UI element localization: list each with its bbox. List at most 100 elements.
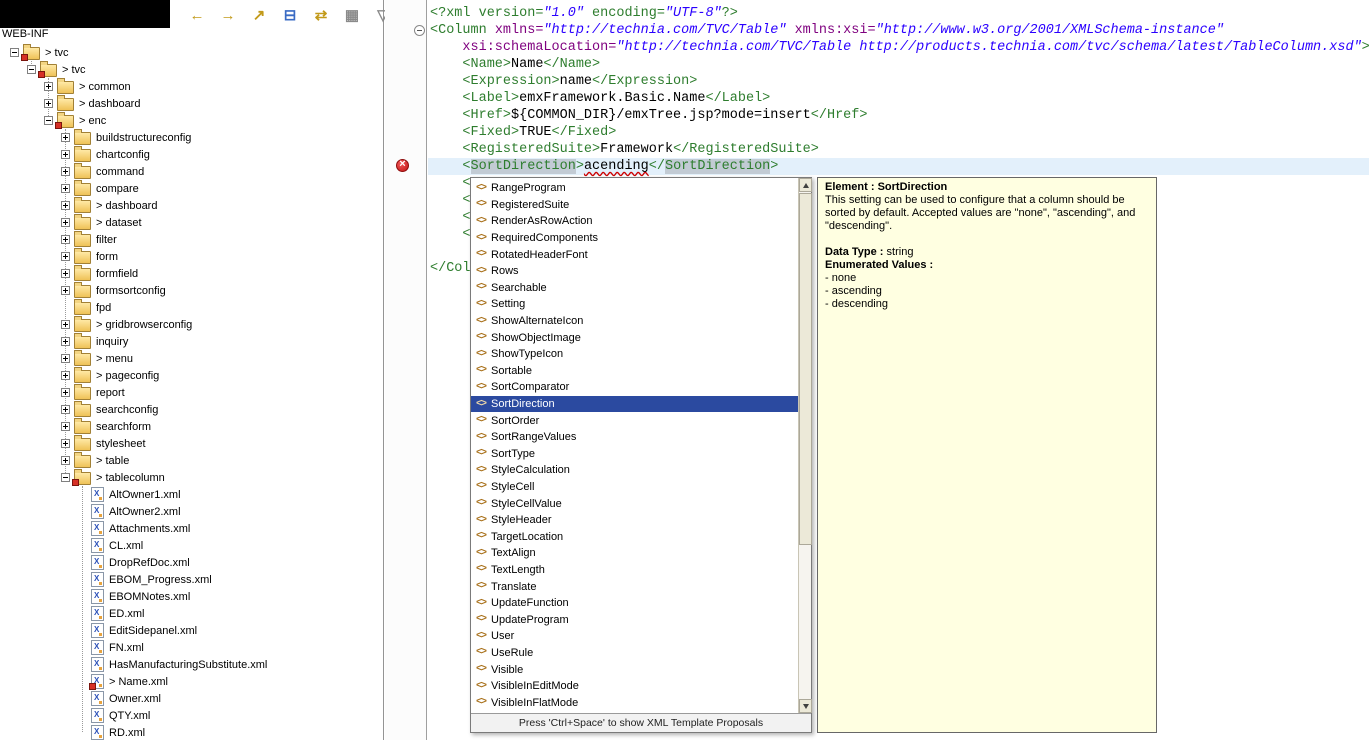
expand-toggle[interactable] bbox=[61, 286, 70, 295]
focus-icon[interactable]: ▦ bbox=[341, 5, 363, 25]
forward-icon[interactable]: → bbox=[217, 5, 239, 25]
tree-item-editsidepanel.xml[interactable]: EditSidepanel.xml bbox=[0, 622, 382, 639]
tree-item-chartconfig[interactable]: chartconfig bbox=[0, 146, 382, 163]
expand-toggle[interactable] bbox=[61, 150, 70, 159]
expand-toggle[interactable] bbox=[61, 167, 70, 176]
code-line[interactable]: xsi:schemaLocation="http://technia.com/T… bbox=[428, 39, 1369, 56]
tree-item-report[interactable]: report bbox=[0, 384, 382, 401]
proposal-item-stylecellvalue[interactable]: <>StyleCellValue bbox=[471, 495, 798, 512]
tree-item-common[interactable]: > common bbox=[0, 78, 382, 95]
code-line[interactable]: <Name>Name</Name> bbox=[428, 56, 1369, 73]
tree-item-cl.xml[interactable]: CL.xml bbox=[0, 537, 382, 554]
tree-item-filter[interactable]: filter bbox=[0, 231, 382, 248]
tree-item-dashboard[interactable]: > dashboard bbox=[0, 197, 382, 214]
proposal-item-requiredcomponents[interactable]: <>RequiredComponents bbox=[471, 230, 798, 247]
proposal-item-stylecalculation[interactable]: <>StyleCalculation bbox=[471, 462, 798, 479]
proposal-item-rotatedheaderfont[interactable]: <>RotatedHeaderFont bbox=[471, 246, 798, 263]
proposal-item-userule[interactable]: <>UseRule bbox=[471, 645, 798, 662]
code-line[interactable]: <?xml version="1.0" encoding="UTF-8"?> bbox=[428, 5, 1369, 22]
proposal-scrollbar[interactable] bbox=[798, 178, 811, 713]
expand-toggle[interactable] bbox=[44, 99, 53, 108]
expand-toggle[interactable] bbox=[61, 388, 70, 397]
back-icon[interactable]: ← bbox=[186, 5, 208, 25]
tree-item-tvc[interactable]: > tvc bbox=[0, 44, 382, 61]
tree-item-qty.xml[interactable]: QTY.xml bbox=[0, 707, 382, 724]
expand-toggle[interactable] bbox=[61, 269, 70, 278]
proposal-item-sortcomparator[interactable]: <>SortComparator bbox=[471, 379, 798, 396]
proposal-item-setting[interactable]: <>Setting bbox=[471, 296, 798, 313]
tree-item-enc[interactable]: > enc bbox=[0, 112, 382, 129]
collapse-toggle[interactable] bbox=[10, 48, 19, 57]
proposal-item-sortable[interactable]: <>Sortable bbox=[471, 363, 798, 380]
tree-item-rd.xml[interactable]: RD.xml bbox=[0, 724, 382, 740]
error-marker-icon[interactable] bbox=[396, 159, 409, 172]
link-with-editor-icon[interactable]: ⇄ bbox=[310, 5, 332, 25]
code-line[interactable]: <RegisteredSuite>Framework</RegisteredSu… bbox=[428, 141, 1369, 158]
tree-item-altowner2.xml[interactable]: AltOwner2.xml bbox=[0, 503, 382, 520]
tree-item-ebomnotes.xml[interactable]: EBOMNotes.xml bbox=[0, 588, 382, 605]
proposal-item-translate[interactable]: <>Translate bbox=[471, 578, 798, 595]
proposal-item-updateprogram[interactable]: <>UpdateProgram bbox=[471, 611, 798, 628]
collapse-toggle[interactable] bbox=[44, 116, 53, 125]
tree-item-droprefdoc.xml[interactable]: DropRefDoc.xml bbox=[0, 554, 382, 571]
expand-toggle[interactable] bbox=[61, 320, 70, 329]
tree-item-ebom_progress.xml[interactable]: EBOM_Progress.xml bbox=[0, 571, 382, 588]
code-line[interactable]: <Label>emxFramework.Basic.Name</Label> bbox=[428, 90, 1369, 107]
tree-item-ed.xml[interactable]: ED.xml bbox=[0, 605, 382, 622]
proposal-item-styleheader[interactable]: <>StyleHeader bbox=[471, 512, 798, 529]
expand-toggle[interactable] bbox=[61, 456, 70, 465]
code-line[interactable]: <Expression>name</Expression> bbox=[428, 73, 1369, 90]
proposal-item-textalign[interactable]: <>TextAlign bbox=[471, 545, 798, 562]
expand-toggle[interactable] bbox=[61, 201, 70, 210]
proposal-item-visibleinflatmode[interactable]: <>VisibleInFlatMode bbox=[471, 694, 798, 711]
tree-item-hasmanufacturingsubstitute.xml[interactable]: HasManufacturingSubstitute.xml bbox=[0, 656, 382, 673]
code-line[interactable]: <Fixed>TRUE</Fixed> bbox=[428, 124, 1369, 141]
tree-item-buildstructureconfig[interactable]: buildstructureconfig bbox=[0, 129, 382, 146]
expand-toggle[interactable] bbox=[44, 82, 53, 91]
code-line[interactable]: <Href>${COMMON_DIR}/emxTree.jsp?mode=ins… bbox=[428, 107, 1369, 124]
tree-item-searchform[interactable]: searchform bbox=[0, 418, 382, 435]
tree-item-altowner1.xml[interactable]: AltOwner1.xml bbox=[0, 486, 382, 503]
proposal-item-showobjectimage[interactable]: <>ShowObjectImage bbox=[471, 329, 798, 346]
proposal-item-sortrangevalues[interactable]: <>SortRangeValues bbox=[471, 429, 798, 446]
tree-item-menu[interactable]: > menu bbox=[0, 350, 382, 367]
expand-toggle[interactable] bbox=[61, 337, 70, 346]
scrollbar-thumb[interactable] bbox=[799, 193, 812, 545]
proposal-item-sortdirection[interactable]: <>SortDirection bbox=[471, 396, 798, 413]
proposal-item-rangeprogram[interactable]: <>RangeProgram bbox=[471, 180, 798, 197]
expand-toggle[interactable] bbox=[61, 354, 70, 363]
tree-item-inquiry[interactable]: inquiry bbox=[0, 333, 382, 350]
code-line[interactable]: <Column xmlns="http://technia.com/TVC/Ta… bbox=[428, 22, 1369, 39]
tree-item-formfield[interactable]: formfield bbox=[0, 265, 382, 282]
tree-item-fn.xml[interactable]: FN.xml bbox=[0, 639, 382, 656]
proposal-item-registeredsuite[interactable]: <>RegisteredSuite bbox=[471, 197, 798, 214]
scroll-up-arrow-icon[interactable] bbox=[799, 178, 812, 192]
tree-item-searchconfig[interactable]: searchconfig bbox=[0, 401, 382, 418]
expand-toggle[interactable] bbox=[61, 133, 70, 142]
proposal-item-searchable[interactable]: <>Searchable bbox=[471, 280, 798, 297]
expand-toggle[interactable] bbox=[61, 218, 70, 227]
collapse-toggle[interactable] bbox=[27, 65, 36, 74]
tree-item-formsortconfig[interactable]: formsortconfig bbox=[0, 282, 382, 299]
code-line-current[interactable]: <SortDirection>acending</SortDirection> bbox=[428, 158, 1369, 175]
scroll-down-arrow-icon[interactable] bbox=[799, 699, 812, 713]
go-into-icon[interactable]: ↗ bbox=[248, 5, 270, 25]
proposal-item-showtypeicon[interactable]: <>ShowTypeIcon bbox=[471, 346, 798, 363]
proposal-item-renderasrowaction[interactable]: <>RenderAsRowAction bbox=[471, 213, 798, 230]
fold-collapse-icon[interactable] bbox=[414, 25, 425, 36]
proposal-item-sortorder[interactable]: <>SortOrder bbox=[471, 412, 798, 429]
tree-item-gridbrowserconfig[interactable]: > gridbrowserconfig bbox=[0, 316, 382, 333]
proposal-item-stylecell[interactable]: <>StyleCell bbox=[471, 479, 798, 496]
proposal-item-showalternateicon[interactable]: <>ShowAlternateIcon bbox=[471, 313, 798, 330]
expand-toggle[interactable] bbox=[61, 439, 70, 448]
proposal-item-sorttype[interactable]: <>SortType bbox=[471, 446, 798, 463]
expand-toggle[interactable] bbox=[61, 184, 70, 193]
collapse-toggle[interactable] bbox=[61, 473, 70, 482]
expand-toggle[interactable] bbox=[61, 422, 70, 431]
tree-item-name.xml[interactable]: > Name.xml bbox=[0, 673, 382, 690]
tree-item-tvc[interactable]: > tvc bbox=[0, 61, 382, 78]
proposal-item-visibleineditmode[interactable]: <>VisibleInEditMode bbox=[471, 678, 798, 695]
proposal-item-textlength[interactable]: <>TextLength bbox=[471, 562, 798, 579]
tree-item-attachments.xml[interactable]: Attachments.xml bbox=[0, 520, 382, 537]
tree-item-dataset[interactable]: > dataset bbox=[0, 214, 382, 231]
